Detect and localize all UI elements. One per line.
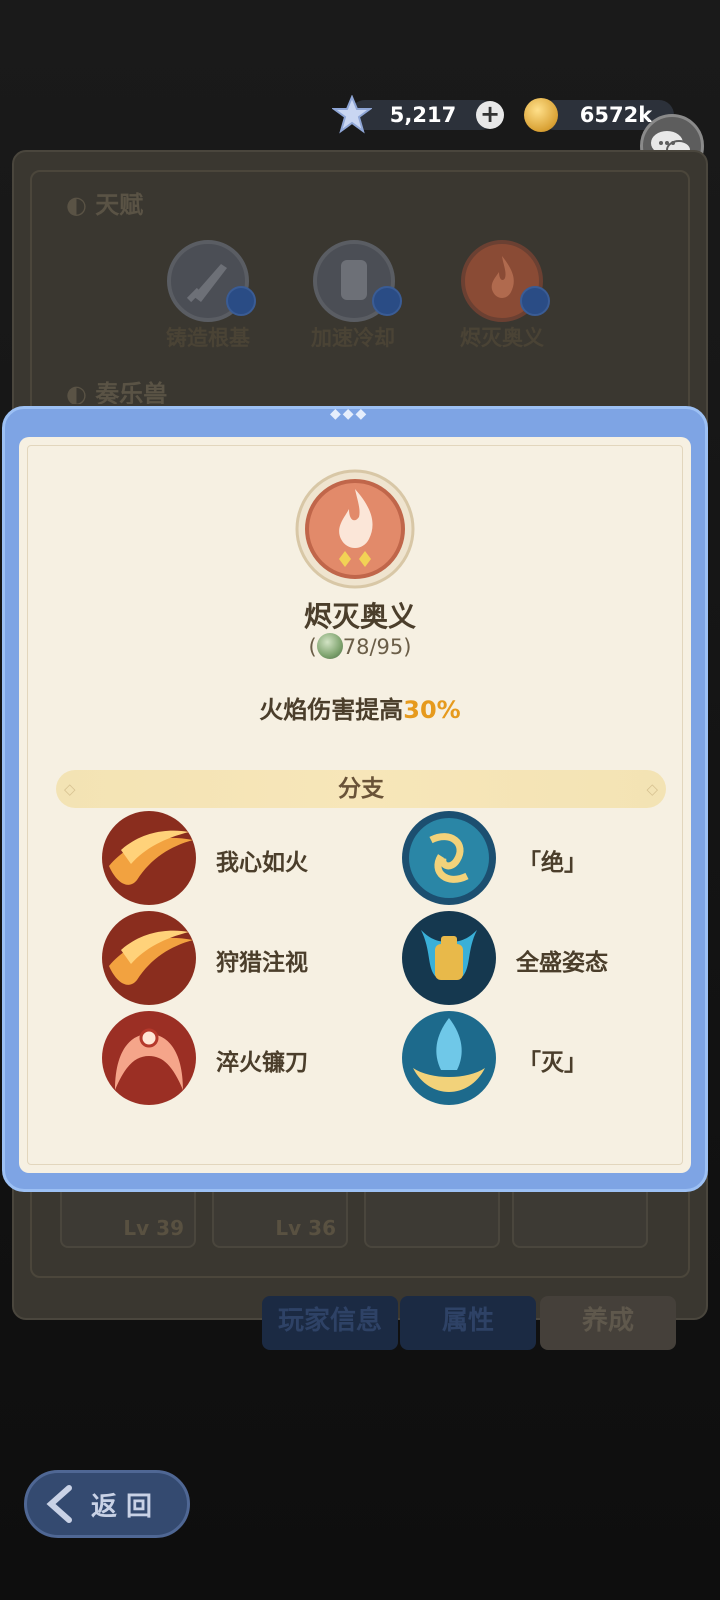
- golden-crest-icon[interactable]: [401, 1010, 497, 1106]
- branch-label: 我心如火: [216, 850, 308, 876]
- coin-icon: [524, 98, 558, 132]
- talent-progress: (78/95): [308, 633, 412, 659]
- branch-label: 狩猎注视: [216, 950, 308, 976]
- add-gems-button[interactable]: +: [476, 101, 504, 129]
- star-gem-icon: [332, 95, 372, 134]
- talent-section-header: ◐ 天赋: [66, 191, 144, 219]
- talent-flame-label: 烬灭奥义: [460, 326, 544, 350]
- back-arrow-icon: [46, 1485, 72, 1523]
- back-button[interactable]: 返 回: [24, 1470, 190, 1538]
- fire-slash-icon[interactable]: [101, 810, 197, 906]
- talent-description: 火焰伤害提高30%: [259, 696, 461, 724]
- branch-label: 「灭」: [518, 1050, 587, 1076]
- search-icon: [520, 286, 550, 316]
- music-section-header: ◐ 奏乐兽: [66, 380, 168, 404]
- pet-level: Lv 36: [275, 1216, 336, 1240]
- tab-development[interactable]: 养成: [540, 1296, 676, 1350]
- talent-title: 烬灭奥义: [303, 600, 416, 633]
- tab-attributes[interactable]: 属性: [400, 1296, 536, 1350]
- fire-slash-icon[interactable]: [101, 910, 197, 1006]
- pet-level: Lv 39: [123, 1216, 184, 1240]
- talent-cooldown-label: 加速冷却: [311, 326, 395, 350]
- talent-forge-label: 铸造根基: [166, 326, 250, 350]
- branch-label: 淬火镰刀: [216, 1050, 308, 1076]
- search-icon: [226, 286, 256, 316]
- branch-header: ◇ 分支 ◇: [56, 770, 666, 808]
- search-icon: [372, 286, 402, 316]
- water-swirl-icon[interactable]: [401, 810, 497, 906]
- golden-armor-icon[interactable]: [401, 910, 497, 1006]
- back-label: 返 回: [91, 1491, 153, 1522]
- description-value: 30%: [403, 696, 461, 724]
- flame-talent-icon: [295, 469, 415, 589]
- progress-value: 78/95: [342, 635, 404, 659]
- popup-ornament: ◆◆◆: [330, 406, 369, 422]
- tab-player-info[interactable]: 玩家信息: [262, 1296, 398, 1350]
- branch-label: 「绝」: [518, 850, 587, 876]
- ore-icon: [316, 633, 343, 659]
- fire-scythe-icon[interactable]: [101, 1010, 197, 1106]
- branch-label: 全盛姿态: [516, 950, 608, 976]
